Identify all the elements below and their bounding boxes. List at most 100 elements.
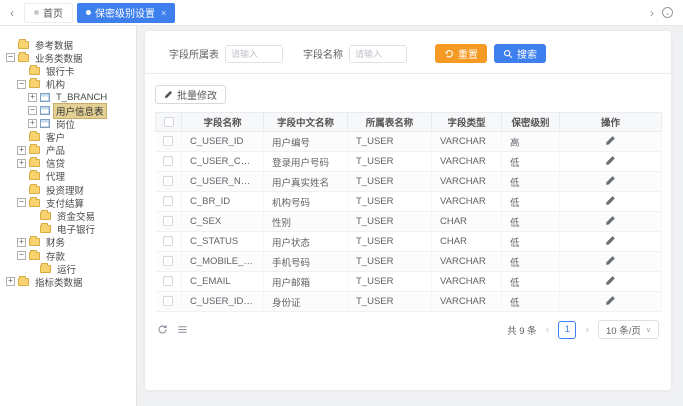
chevron-down-icon: ∨ [646, 326, 651, 334]
tab-security-level-settings[interactable]: 保密级别设置 × [77, 3, 175, 23]
edit-row-icon[interactable] [605, 195, 616, 206]
collapse-icon[interactable]: − [17, 80, 26, 89]
tab-dot-icon [86, 10, 91, 15]
cell-operation [560, 232, 662, 252]
field-name-label: 字段名称 [303, 46, 343, 61]
edit-row-icon[interactable] [605, 175, 616, 186]
batch-edit-label: 批量修改 [177, 87, 217, 102]
folder-icon [29, 252, 40, 260]
folder-icon [29, 172, 40, 180]
field-name-input[interactable] [349, 45, 407, 63]
row-checkbox[interactable] [163, 276, 173, 286]
reset-button[interactable]: 重置 [435, 44, 487, 63]
table-footer: 共 9 条 ‹ 1 › 10 条/页 ∨ [155, 312, 661, 339]
tree-item-客户[interactable]: 客户 [4, 130, 134, 143]
row-checkbox[interactable] [163, 156, 173, 166]
next-page-icon[interactable]: › [583, 324, 591, 336]
folder-icon [29, 199, 40, 207]
scroll-tabs-right-icon[interactable]: › [650, 6, 654, 20]
edit-row-icon[interactable] [605, 255, 616, 266]
cell-security-level: 低 [502, 172, 560, 192]
edit-row-icon[interactable] [605, 275, 616, 286]
cell-field-type: VARCHAR [432, 132, 502, 152]
cell-table-name: T_USER [348, 212, 432, 232]
table-row: C_USER_ID用户编号T_USERVARCHAR高 [156, 132, 662, 152]
tree-item-产品[interactable]: +产品 [4, 144, 134, 157]
tree-item-信贷[interactable]: +信贷 [4, 157, 134, 170]
edit-row-icon[interactable] [605, 135, 616, 146]
row-checkbox[interactable] [163, 296, 173, 306]
cell-table-name: T_USER [348, 172, 432, 192]
select-all-checkbox[interactable] [164, 117, 174, 127]
page-number-button[interactable]: 1 [558, 321, 576, 339]
collapse-icon[interactable]: − [17, 198, 26, 207]
cell-table-name: T_USER [348, 132, 432, 152]
table-row: C_BR_ID机构号码T_USERVARCHAR低 [156, 192, 662, 212]
table-row: C_MOBILE_PHONE手机号码T_USERVARCHAR低 [156, 252, 662, 272]
collapse-icon[interactable]: − [17, 251, 26, 260]
row-checkbox[interactable] [163, 176, 173, 186]
tree-item-机构[interactable]: − 机构 [4, 78, 134, 91]
tab-options-icon[interactable]: ⌄ [662, 7, 673, 18]
cell-operation [560, 272, 662, 292]
page-size-select[interactable]: 10 条/页 ∨ [598, 320, 659, 339]
expand-icon[interactable]: + [28, 93, 37, 102]
cell-field-cname: 用户邮箱 [264, 272, 348, 292]
collapse-icon[interactable]: − [6, 53, 15, 62]
cell-table-name: T_USER [348, 152, 432, 172]
tree-item-指标类数据[interactable]: +指标类数据 [4, 275, 134, 288]
cell-operation [560, 132, 662, 152]
collapse-icon[interactable]: − [28, 106, 37, 115]
edit-row-icon[interactable] [605, 295, 616, 306]
tab-home[interactable]: 首页 [24, 3, 73, 23]
sidebar-tree: 参考数据−业务类数据银行卡−机构+T_BRANCH−用户信息表+岗位客户+产品+… [0, 26, 137, 406]
tree-item-岗位[interactable]: +岗位 [4, 117, 134, 130]
expand-icon[interactable]: + [28, 119, 37, 128]
folder-icon [29, 146, 40, 154]
table-row: C_SEX性别T_USERCHAR低 [156, 212, 662, 232]
refresh-icon[interactable] [157, 324, 168, 335]
tree-item-财务[interactable]: +财务 [4, 236, 134, 249]
prev-page-icon[interactable]: ‹ [544, 324, 552, 336]
field-table-label: 字段所属表 [169, 46, 219, 61]
expand-icon[interactable]: + [17, 146, 26, 155]
main-panel: 字段所属表 字段名称 重置 搜索 [145, 31, 671, 390]
column-settings-icon[interactable] [177, 324, 188, 335]
edit-row-icon[interactable] [605, 235, 616, 246]
row-checkbox[interactable] [163, 136, 173, 146]
cell-field-name: C_USER_CODE [182, 152, 264, 172]
edit-row-icon[interactable] [605, 215, 616, 226]
collapse-sidebar-icon[interactable]: ‹ [0, 6, 24, 20]
close-tab-icon[interactable]: × [161, 8, 166, 18]
cell-table-name: T_USER [348, 192, 432, 212]
row-checkbox[interactable] [163, 256, 173, 266]
folder-icon [18, 54, 29, 62]
search-button-label: 搜索 [517, 46, 537, 61]
cell-field-cname: 用户状态 [264, 232, 348, 252]
expand-icon[interactable]: + [6, 277, 15, 286]
batch-edit-button[interactable]: 批量修改 [155, 85, 226, 104]
tree-item-银行卡[interactable]: 银行卡 [4, 64, 134, 77]
tree-item-label: 机构 [43, 76, 68, 92]
expand-icon[interactable]: + [17, 159, 26, 168]
row-checkbox[interactable] [163, 236, 173, 246]
cell-table-name: T_USER [348, 272, 432, 292]
cell-security-level: 高 [502, 132, 560, 152]
column-header: 所属表名称 [348, 113, 432, 132]
cell-security-level: 低 [502, 252, 560, 272]
row-checkbox[interactable] [163, 216, 173, 226]
expand-icon[interactable]: + [17, 238, 26, 247]
table-icon [40, 119, 50, 128]
search-button[interactable]: 搜索 [494, 44, 546, 63]
edit-row-icon[interactable] [605, 155, 616, 166]
cell-field-type: CHAR [432, 212, 502, 232]
cell-field-type: VARCHAR [432, 292, 502, 312]
cell-field-name: C_USER_ID [182, 132, 264, 152]
cell-field-name: C_EMAIL [182, 272, 264, 292]
field-table-input[interactable] [225, 45, 283, 63]
folder-icon [40, 265, 51, 273]
cell-table-name: T_USER [348, 292, 432, 312]
row-checkbox[interactable] [163, 196, 173, 206]
cell-field-name: C_SEX [182, 212, 264, 232]
tree-item-电子银行[interactable]: 电子银行 [4, 223, 134, 236]
